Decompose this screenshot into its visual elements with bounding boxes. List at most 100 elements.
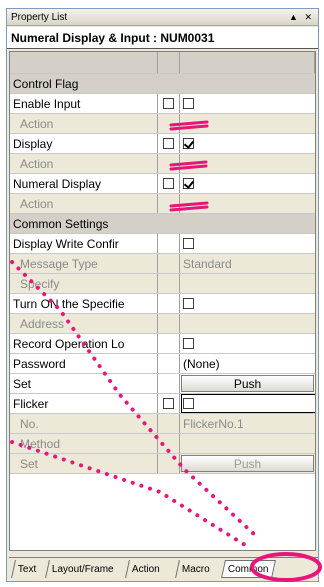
lock-cell — [158, 194, 180, 213]
grid-header-row — [10, 52, 315, 74]
lock-checkbox[interactable] — [163, 98, 174, 109]
value-checkbox[interactable] — [183, 238, 194, 249]
property-name: Action — [10, 114, 158, 133]
property-value[interactable]: (None) — [180, 354, 315, 373]
lock-cell — [158, 134, 180, 153]
object-title: Numeral Display & Input : NUM0031 — [11, 30, 215, 45]
lock-cell — [158, 254, 180, 273]
push-button[interactable]: Push — [181, 375, 314, 392]
lock-cell — [158, 234, 180, 253]
property-row[interactable]: Specify — [10, 274, 315, 294]
lock-cell — [158, 394, 180, 413]
lock-cell — [158, 354, 180, 373]
property-row[interactable]: No. FlickerNo.1 — [10, 414, 315, 434]
tab-bar: Text Layout/Frame Action Macro Common — [9, 557, 318, 581]
lock-checkbox[interactable] — [163, 178, 174, 189]
property-row[interactable]: Flicker — [10, 394, 315, 414]
property-name: Flicker — [10, 394, 158, 413]
tab-text[interactable]: Text — [11, 560, 43, 578]
property-name: Display Write Confir — [10, 234, 158, 253]
value-text: FlickerNo.1 — [183, 416, 244, 431]
property-list-panel: Property List ▲ ✕ Numeral Display & Inpu… — [6, 8, 319, 582]
lock-cell — [158, 94, 180, 113]
tab-label: Action — [132, 563, 160, 575]
property-row[interactable]: Record Operation Lo — [10, 334, 315, 354]
property-name: Method — [10, 434, 158, 453]
property-name: Numeral Display — [10, 174, 158, 193]
property-row[interactable]: Address — [10, 314, 315, 334]
property-value[interactable] — [180, 314, 315, 333]
property-name: Enable Input — [10, 94, 158, 113]
tab-action[interactable]: Action — [125, 560, 166, 578]
value-checkbox[interactable] — [183, 98, 194, 109]
property-value[interactable]: Standard — [180, 254, 315, 273]
property-row[interactable]: Action — [10, 194, 315, 214]
property-value[interactable] — [180, 294, 315, 313]
property-value[interactable] — [180, 94, 315, 113]
property-name: Record Operation Lo — [10, 334, 158, 353]
property-row[interactable]: Display Write Confir — [10, 234, 315, 254]
property-value[interactable]: FlickerNo.1 — [180, 414, 315, 433]
property-value[interactable] — [180, 234, 315, 253]
property-row[interactable]: Turn ON the Specifie — [10, 294, 315, 314]
panel-controls[interactable]: ▲ ✕ — [289, 12, 314, 23]
property-value[interactable] — [180, 134, 315, 153]
tab-label: Layout/Frame — [52, 563, 114, 575]
value-checkbox[interactable] — [183, 138, 194, 149]
property-row[interactable]: Display — [10, 134, 315, 154]
property-row[interactable]: Action — [10, 114, 315, 134]
grid-header-cell — [180, 52, 315, 73]
property-row[interactable]: Password (None) — [10, 354, 315, 374]
tab-macro[interactable]: Macro — [175, 560, 216, 578]
panel-titlebar: Property List ▲ ✕ — [7, 9, 318, 26]
property-row[interactable]: Set Push — [10, 454, 315, 474]
property-value[interactable] — [180, 114, 315, 133]
property-value[interactable] — [180, 154, 315, 173]
property-row[interactable]: Action — [10, 154, 315, 174]
value-text: Standard — [183, 256, 232, 271]
property-value[interactable] — [180, 274, 315, 293]
property-value[interactable] — [180, 194, 315, 213]
property-value[interactable] — [180, 334, 315, 353]
property-name: Set — [10, 374, 158, 393]
tab-label: Macro — [182, 563, 210, 575]
lock-cell — [158, 374, 180, 393]
panel-title: Property List — [11, 11, 68, 23]
property-name: Action — [10, 194, 158, 213]
lock-cell — [158, 454, 180, 473]
lock-cell — [158, 434, 180, 453]
lock-cell — [158, 174, 180, 193]
property-grid: Control Flag Enable Input Action Display Act… — [9, 51, 316, 551]
property-name: Action — [10, 154, 158, 173]
property-name: Turn ON the Specifie — [10, 294, 158, 313]
section-label: Common Settings — [13, 216, 109, 231]
property-row[interactable]: Message Type Standard — [10, 254, 315, 274]
value-checkbox[interactable] — [183, 178, 194, 189]
property-row[interactable]: Enable Input — [10, 94, 315, 114]
tab-layout-frame[interactable]: Layout/Frame — [45, 560, 120, 578]
property-row[interactable]: Method — [10, 434, 315, 454]
property-name: Address — [10, 314, 158, 333]
property-value[interactable] — [180, 434, 315, 453]
lock-cell — [158, 294, 180, 313]
lock-cell — [158, 414, 180, 433]
property-row[interactable]: Numeral Display — [10, 174, 315, 194]
tab-common[interactable]: Common — [221, 560, 276, 578]
property-name: Specify — [10, 274, 158, 293]
lock-cell — [158, 314, 180, 333]
push-button[interactable]: Push — [181, 455, 314, 472]
property-name: Password — [10, 354, 158, 373]
grid-header-cell — [158, 52, 180, 73]
property-name: Message Type — [10, 254, 158, 273]
property-value[interactable] — [180, 174, 315, 193]
lock-cell — [158, 154, 180, 173]
value-checkbox[interactable] — [183, 298, 194, 309]
value-checkbox[interactable] — [183, 338, 194, 349]
property-row[interactable]: Set Push — [10, 374, 315, 394]
lock-checkbox[interactable] — [163, 398, 174, 409]
value-text: (None) — [183, 356, 220, 371]
object-header: Numeral Display & Input : NUM0031 — [7, 27, 318, 49]
lock-checkbox[interactable] — [163, 138, 174, 149]
lock-cell — [158, 114, 180, 133]
property-name: No. — [10, 414, 158, 433]
